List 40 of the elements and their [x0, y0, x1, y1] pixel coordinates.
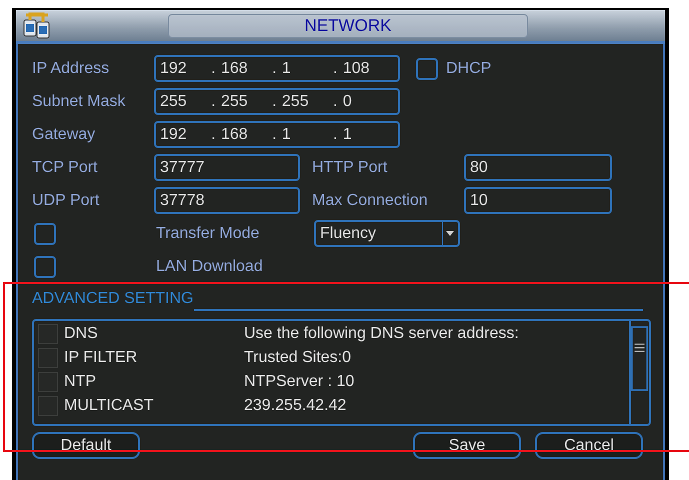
checkbox[interactable] [38, 348, 58, 368]
setting-detail: Use the following DNS server address: [244, 324, 519, 344]
text-field[interactable]: 37778 [154, 187, 300, 214]
action-button[interactable]: Save [413, 432, 521, 459]
network-icon [22, 12, 52, 40]
window-title: NETWORK [168, 14, 528, 38]
checkbox[interactable] [416, 58, 438, 80]
checkbox[interactable] [34, 222, 56, 244]
field-label: Gateway [32, 124, 96, 144]
checkbox[interactable] [34, 256, 56, 278]
field-label: HTTP Port [312, 158, 388, 178]
field-label: IP Address [32, 58, 110, 78]
checkbox[interactable] [38, 372, 58, 392]
setting-name: MULTICAST [64, 396, 154, 416]
ip-address-field[interactable]: 192 . 168 . 1 . 1 [154, 121, 400, 148]
setting-detail: 239.255.42.42 [244, 396, 346, 416]
section-title: ADVANCED SETTING [32, 289, 194, 309]
setting-name: IP FILTER [64, 348, 138, 368]
ip-address-field[interactable]: 192 . 168 . 1 . 108 [154, 55, 400, 82]
checkbox-label: DHCP [446, 58, 492, 78]
text-field[interactable]: 80 [464, 154, 612, 181]
transfer-mode-dropdown[interactable]: Fluency [314, 220, 460, 247]
checkbox[interactable] [38, 396, 58, 416]
field-label: Transfer Mode [156, 224, 260, 244]
field-label: LAN Download [156, 256, 264, 276]
action-button[interactable]: Default [32, 432, 140, 459]
text-field[interactable]: 37777 [154, 154, 300, 181]
checkbox[interactable] [38, 324, 58, 344]
field-label: UDP Port [32, 190, 100, 210]
action-button[interactable]: Cancel [535, 432, 643, 459]
setting-name: NTP [64, 372, 97, 392]
text-field[interactable]: 10 [464, 187, 612, 214]
field-label: Max Connection [312, 190, 429, 210]
field-label: TCP Port [32, 158, 98, 178]
setting-name: DNS [64, 324, 99, 344]
scrollbar[interactable] [629, 321, 649, 424]
setting-detail: NTPServer : 10 [244, 372, 354, 392]
setting-detail: Trusted Sites:0 [244, 348, 352, 368]
field-label: Subnet Mask [32, 92, 126, 112]
ip-address-field[interactable]: 255 . 255 . 255 . 0 [154, 88, 400, 115]
